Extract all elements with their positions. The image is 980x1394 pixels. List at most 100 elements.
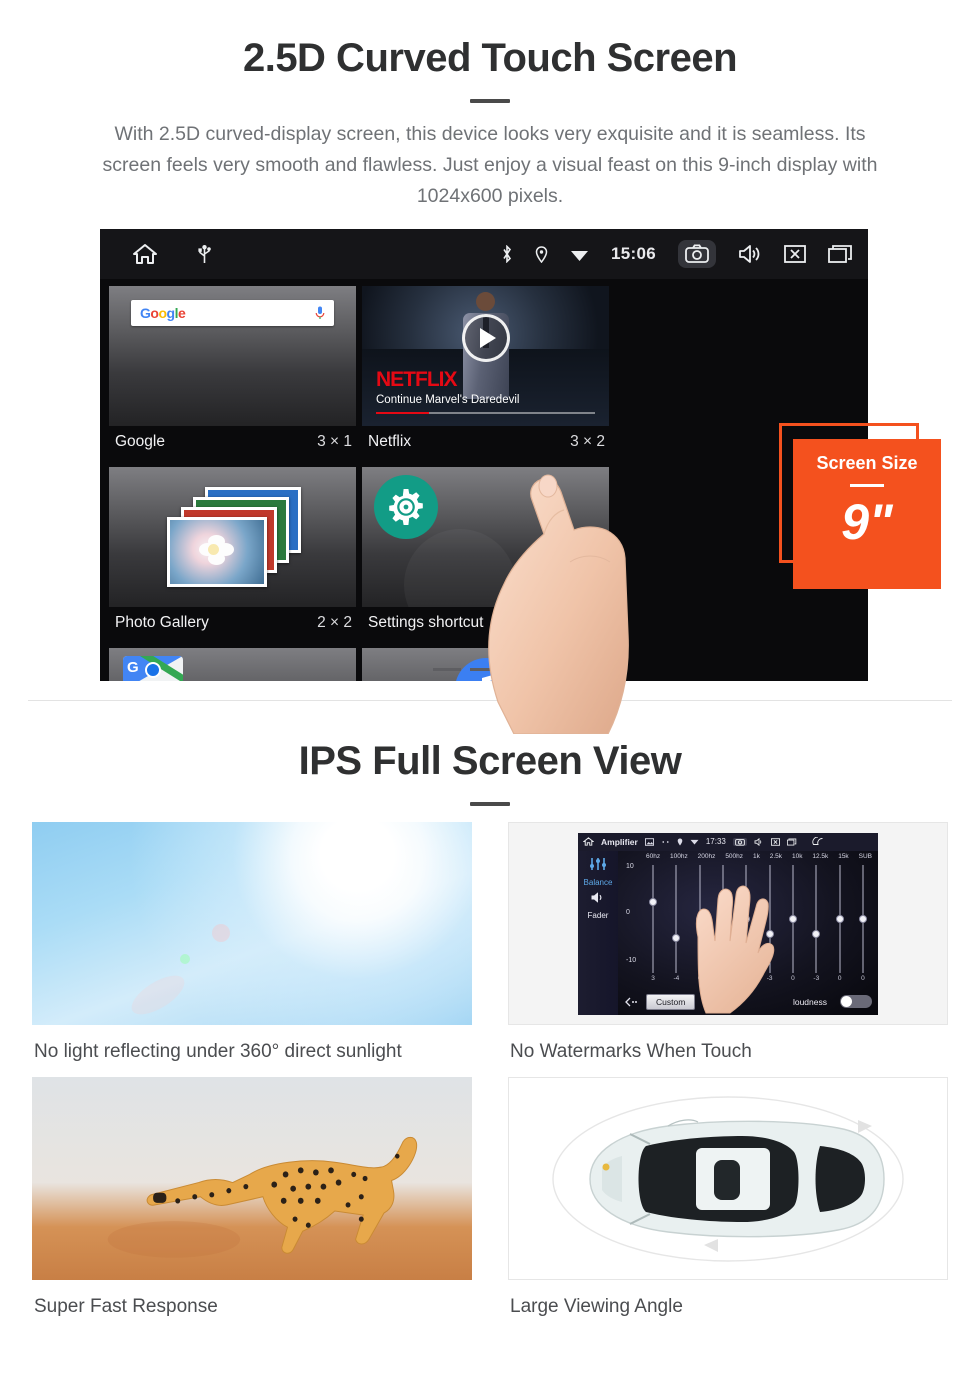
band-label: 60hz [646, 852, 661, 860]
widget-photo-gallery[interactable]: Photo Gallery 2 × 2 [106, 464, 359, 645]
widget-caption: Photo Gallery 2 × 2 [109, 607, 356, 642]
equalizer-slider[interactable] [669, 864, 683, 973]
widget-preview [362, 648, 609, 681]
widget-google[interactable]: Google Google 3 × 1 [106, 283, 359, 464]
page-dot[interactable] [470, 668, 498, 671]
amplifier-screenshot: Amplifier 17:33 Balance Fader 10 0 -10 6… [508, 822, 948, 1025]
section-title: IPS Full Screen View [298, 739, 682, 783]
widget-preview: Google [109, 286, 356, 426]
netflix-subtitle: Continue Marvel's Daredevil [376, 394, 520, 406]
amplifier-ui[interactable]: Amplifier 17:33 Balance Fader 10 0 -10 6… [578, 832, 878, 1015]
badge-label: Screen Size [816, 453, 918, 473]
cheetah-photo [32, 1077, 472, 1280]
speaker-icon[interactable] [590, 891, 606, 904]
widget-name: Photo Gallery [115, 614, 209, 631]
fader-label: Fader [587, 910, 609, 920]
play-icon[interactable] [461, 314, 510, 362]
recents-icon[interactable] [786, 838, 797, 846]
widget-name: Google [115, 433, 165, 450]
progress-bar [376, 411, 595, 414]
section-divider [28, 700, 952, 701]
sun-glare [32, 822, 472, 1025]
android-home-screen[interactable]: 15:06 Google Google 3 × 1 NETFLIX Contin… [100, 229, 868, 681]
location-pin-icon[interactable] [535, 245, 548, 263]
widget-grid: Google Google 3 × 1 NETFLIX Continue Mar… [100, 279, 868, 681]
card-caption: No Watermarks When Touch [510, 1041, 752, 1062]
slider-knob [672, 933, 681, 942]
car-illustration [552, 1095, 904, 1262]
slider-knob [649, 898, 657, 907]
recents-icon[interactable] [828, 244, 854, 264]
amplifier-side-nav[interactable]: Balance Fader [578, 850, 618, 1015]
page-indicator[interactable] [100, 668, 868, 671]
wifi-icon[interactable] [570, 247, 589, 262]
photo-stack-item [167, 517, 267, 587]
location-pin-icon[interactable] [677, 838, 683, 846]
loudness-label: loudness [792, 996, 827, 1007]
more-icon[interactable] [661, 840, 670, 844]
wifi-icon[interactable] [690, 838, 699, 845]
feature-cards: No light reflecting under 360° direct su… [20, 822, 960, 1332]
widget-size: 2 × 2 [317, 614, 352, 631]
car-top-view-diagram [508, 1077, 948, 1280]
widget-preview: NETFLIX Continue Marvel's Daredevil [362, 286, 609, 426]
widget-size: 1 × 1 [570, 614, 605, 631]
equalizer-slider[interactable] [856, 864, 870, 973]
loudness-toggle[interactable] [840, 995, 872, 1008]
card-viewing-angle: Large Viewing Angle [490, 1077, 960, 1318]
widget-caption: Google 3 × 1 [109, 426, 356, 461]
device-screenshot-wrapper: 15:06 Google Google 3 × 1 NETFLIX Contin… [0, 229, 980, 734]
cheetah-silhouette [107, 1136, 418, 1258]
widget-netflix[interactable]: NETFLIX Continue Marvel's Daredevil Netf… [359, 283, 612, 464]
google-logo: Google [140, 305, 186, 321]
netflix-logo: NETFLIX [376, 368, 457, 391]
microphone-icon[interactable] [315, 306, 325, 320]
car-diagram [509, 1078, 947, 1279]
volume-icon[interactable] [738, 244, 762, 264]
gear-watermark-icon [404, 529, 516, 607]
badge-body: Screen Size 9" [793, 439, 941, 589]
band-label: 200hz [697, 852, 716, 860]
bluetooth-icon[interactable] [501, 245, 513, 263]
card-fast-response: Super Fast Response [20, 1077, 490, 1318]
usb-icon[interactable] [198, 244, 211, 264]
band-label: 1k [752, 852, 760, 860]
equalizer-slider[interactable] [809, 864, 823, 973]
amplifier-frame: Amplifier 17:33 Balance Fader 10 0 -10 6… [509, 823, 947, 1024]
google-search-bar[interactable]: Google [131, 300, 334, 326]
amplifier-status-bar: Amplifier 17:33 [578, 832, 878, 851]
blossom-graphic [199, 535, 234, 569]
netflix-artwork: NETFLIX Continue Marvel's Daredevil [362, 286, 609, 426]
badge-divider [850, 484, 884, 487]
widget-name: Settings shortcut [368, 614, 484, 631]
title-underline [470, 802, 510, 806]
widget-sound-search[interactable]: Sound Search 1 × 1 [359, 645, 612, 681]
band-value: -4 [673, 974, 680, 982]
widget-caption: Settings shortcut 1 × 1 [362, 607, 609, 642]
widget-name: Netflix [368, 433, 412, 450]
back-icon[interactable] [810, 837, 823, 846]
image-icon[interactable] [644, 837, 654, 846]
page-dot[interactable] [433, 668, 461, 671]
amplifier-equalizer-panel[interactable]: Balance Fader 10 0 -10 60hz 100hz 200hz … [578, 850, 878, 1015]
widget-size: 3 × 2 [570, 433, 605, 450]
home-icon[interactable] [583, 837, 594, 846]
volume-icon[interactable] [754, 837, 764, 846]
curved-touch-screen-section: 2.5D Curved Touch Screen With 2.5D curve… [0, 0, 980, 734]
status-clock: 15:06 [611, 244, 656, 263]
equalizer-slider[interactable] [786, 864, 800, 973]
widget-share-location[interactable]: G Share location 1 × 1 [106, 645, 359, 681]
sliders-icon[interactable] [589, 857, 607, 871]
equalizer-slider[interactable] [833, 864, 847, 973]
camera-icon[interactable] [732, 837, 747, 846]
equalizer-slider[interactable] [646, 864, 660, 973]
home-icon[interactable] [132, 243, 158, 265]
balance-label: Balance [583, 877, 613, 887]
close-box-icon[interactable] [770, 837, 780, 846]
band-label: SUB [858, 852, 872, 860]
chevron-left-icon[interactable] [624, 997, 638, 1007]
close-box-icon[interactable] [784, 245, 806, 263]
camera-icon[interactable] [678, 240, 716, 268]
widget-settings-shortcut[interactable]: Settings shortcut 1 × 1 [359, 464, 612, 645]
page-dot-active[interactable] [507, 668, 535, 671]
